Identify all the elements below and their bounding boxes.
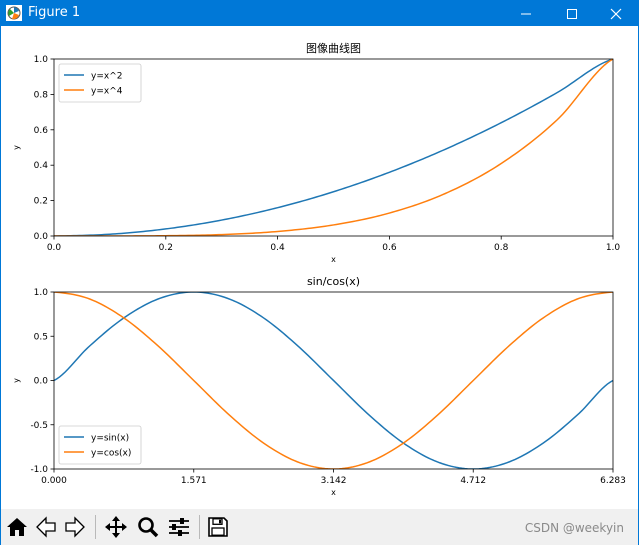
x-axis-label: x	[331, 488, 336, 497]
x-tick-label: 0.0	[47, 243, 62, 253]
y-tick-label: 1.0	[34, 288, 49, 298]
home-button[interactable]	[3, 512, 31, 542]
pan-button[interactable]	[102, 512, 130, 542]
y-tick-label: 0.6	[34, 126, 49, 136]
navigation-toolbar: CSDN @weekyin	[1, 509, 638, 545]
x-tick-label: 1.0	[606, 243, 621, 253]
y-tick-label: 0.8	[34, 90, 49, 100]
x-tick-label: 6.283	[600, 476, 626, 486]
toolbar-separator	[199, 515, 200, 539]
legend-label: y=sin(x)	[91, 434, 129, 444]
chart-title: 图像曲线图	[306, 41, 361, 55]
y-axis-label: y	[12, 378, 21, 383]
legend-label: y=cos(x)	[91, 449, 131, 459]
x-tick-label: 3.142	[321, 476, 347, 486]
back-button[interactable]	[32, 512, 60, 542]
minimize-icon	[521, 13, 531, 14]
forward-arrow-icon	[65, 516, 85, 538]
save-icon	[208, 517, 228, 537]
y-tick-label: 0.4	[34, 161, 49, 171]
x-tick-label: 0.2	[159, 243, 173, 253]
x-tick-label: 0.6	[382, 243, 397, 253]
back-arrow-icon	[36, 516, 56, 538]
maximize-icon	[567, 8, 577, 19]
matplotlib-icon	[6, 5, 22, 21]
x-tick-label: 4.712	[460, 476, 486, 486]
y-tick-label: 0.2	[34, 197, 48, 207]
toolbar-separator	[95, 515, 96, 539]
minimize-button[interactable]	[503, 1, 549, 26]
watermark-text: CSDN @weekyin	[524, 521, 624, 535]
x-axis-label: x	[331, 255, 336, 264]
home-icon	[7, 518, 27, 536]
chart-title: sin/cos(x)	[307, 275, 360, 288]
legend-label: y=x^4	[91, 87, 123, 97]
move-icon	[105, 516, 127, 538]
y-tick-label: 0.0	[34, 377, 49, 387]
forward-button[interactable]	[61, 512, 89, 542]
title-bar: Figure 1	[1, 1, 638, 26]
figure-svg: 0.0 0.2 0.4 0.6 0.8 1.0 0.0 0.2 0.4 0.6 0.8 1.0 图像曲线…	[12, 41, 626, 497]
figure-canvas[interactable]: 0.0 0.2 0.4 0.6 0.8 1.0 0.0 0.2 0.4 0.6 0.8 1.0 图像曲线…	[1, 26, 638, 509]
figure-window: Figure 1 0.0 0.2 0.4 0.6 0.8 1.0 0.0 0.2 0.4 0.6 0…	[0, 0, 639, 545]
zoom-button[interactable]	[134, 512, 162, 542]
y-tick-label: 0.0	[34, 232, 49, 242]
x-tick-label: 0.000	[41, 476, 67, 486]
x-tick-label: 1.571	[181, 476, 207, 486]
sliders-icon	[169, 518, 189, 536]
close-button[interactable]	[593, 1, 639, 26]
close-icon	[610, 8, 622, 19]
magnifier-icon	[138, 517, 159, 538]
save-button[interactable]	[204, 512, 232, 542]
y-tick-label: 1.0	[34, 55, 49, 65]
y-axis-label: y	[12, 145, 21, 150]
configure-subplots-button[interactable]	[165, 512, 193, 542]
legend-label: y=x^2	[91, 72, 122, 82]
y-tick-label: -0.5	[30, 421, 48, 431]
maximize-button[interactable]	[549, 1, 595, 26]
x-tick-label: 0.8	[494, 243, 509, 253]
x-tick-label: 0.4	[270, 243, 285, 253]
window-title: Figure 1	[28, 5, 81, 20]
y-tick-label: -1.0	[30, 465, 48, 475]
y-tick-label: 0.5	[34, 332, 48, 342]
